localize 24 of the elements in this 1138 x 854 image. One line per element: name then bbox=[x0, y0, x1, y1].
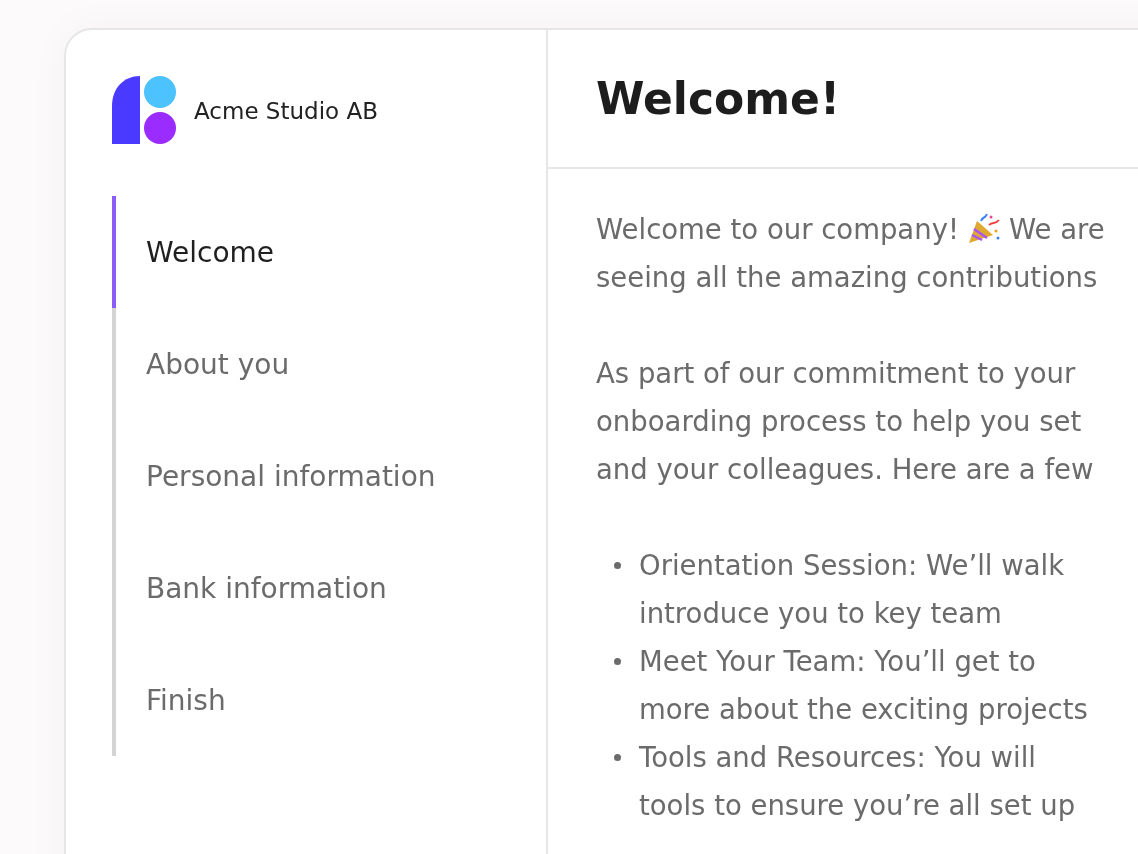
list-item-line: introduce you to key team bbox=[639, 596, 1003, 631]
text-line: seeing all the amazing contributions bbox=[596, 260, 1099, 295]
text-line: and your colleagues. Here are a few bbox=[596, 452, 1095, 487]
text-line: Welcome to our company! bbox=[596, 212, 959, 247]
step-tab[interactable]: Finish bbox=[112, 644, 546, 756]
page-title: Welcome! bbox=[596, 73, 840, 124]
list-item-line: Orientation Session: We’ll walk bbox=[639, 548, 1065, 583]
list-item-line: more about the exciting projects bbox=[639, 692, 1088, 727]
step-tab[interactable]: About you bbox=[112, 308, 546, 420]
bullet-icon bbox=[614, 658, 621, 665]
list-item-line: Tools and Resources: You will bbox=[639, 740, 1037, 775]
list-item-line: tools to ensure you’re all set up bbox=[639, 788, 1076, 823]
text-line: We are bbox=[1008, 212, 1105, 247]
text-line: onboarding process to help you set bbox=[596, 404, 1083, 439]
bullet-icon bbox=[614, 754, 621, 761]
bullet-icon bbox=[614, 562, 621, 569]
party-popper-icon bbox=[966, 213, 1001, 245]
logo-icon bbox=[112, 76, 178, 146]
company-name: Acme Studio AB bbox=[194, 98, 378, 124]
step-tab[interactable]: Bank information bbox=[112, 532, 546, 644]
text-line: As part of our commitment to your bbox=[596, 356, 1077, 391]
step-tab[interactable]: Personal information bbox=[112, 420, 546, 532]
list-item-line: Meet Your Team: You’ll get to bbox=[639, 644, 1037, 679]
step-tab[interactable]: Welcome bbox=[112, 196, 546, 308]
